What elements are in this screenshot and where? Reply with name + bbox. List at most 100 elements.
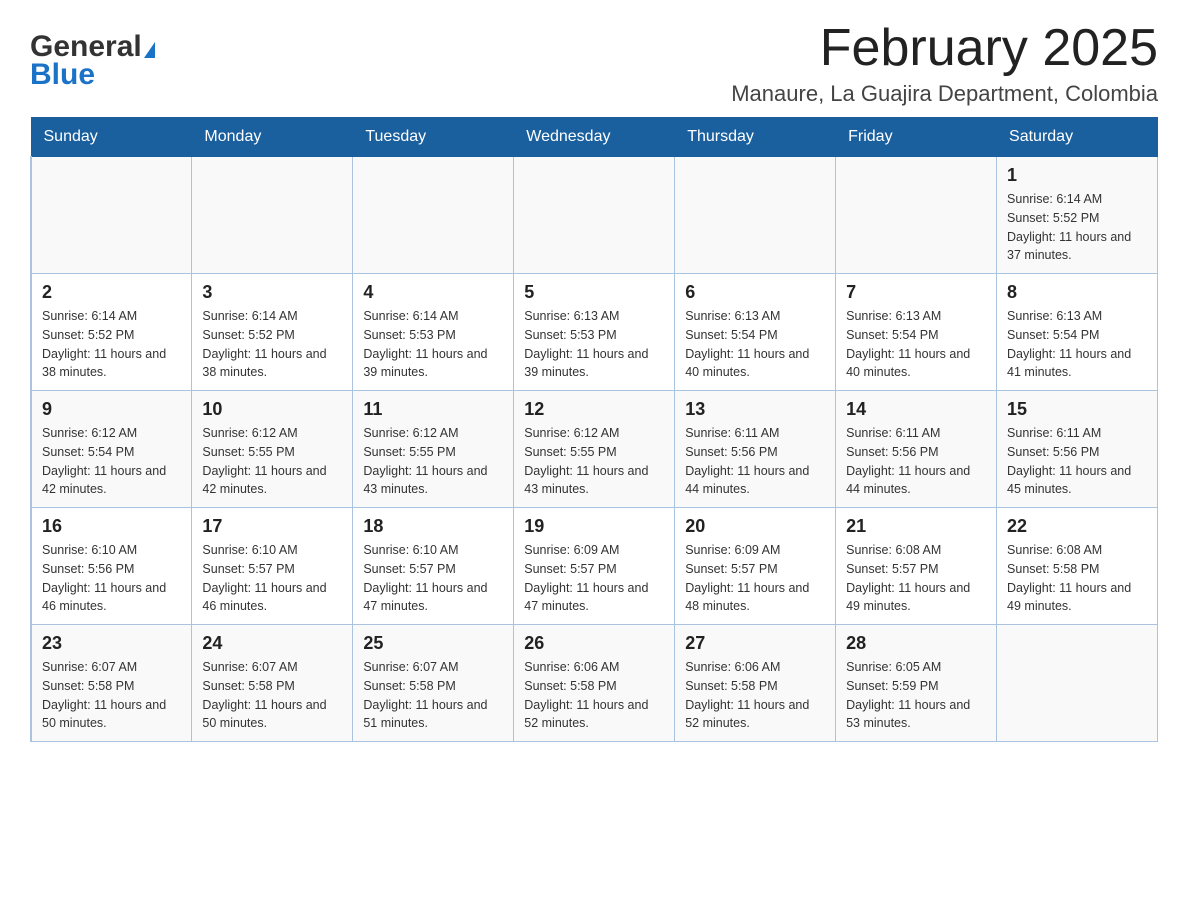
logo-triangle-icon <box>144 42 155 58</box>
calendar-cell: 7 Sunrise: 6:13 AMSunset: 5:54 PMDaylight… <box>836 274 997 391</box>
day-info: Sunrise: 6:08 AMSunset: 5:58 PMDaylight:… <box>1007 541 1147 616</box>
day-info: Sunrise: 6:06 AMSunset: 5:58 PMDaylight:… <box>524 658 664 733</box>
day-number: 22 <box>1007 516 1147 537</box>
calendar-cell: 23 Sunrise: 6:07 AMSunset: 5:58 PMDayligh… <box>31 625 192 742</box>
calendar-cell: 20 Sunrise: 6:09 AMSunset: 5:57 PMDayligh… <box>675 508 836 625</box>
calendar-cell: 17Sunrise: 6:10 AMSunset: 5:57 PMDayligh… <box>192 508 353 625</box>
calendar-cell: 1Sunrise: 6:14 AMSunset: 5:52 PMDaylight… <box>997 157 1158 274</box>
calendar-cell: 24 Sunrise: 6:07 AMSunset: 5:58 PMDayligh… <box>192 625 353 742</box>
calendar-cell: 6Sunrise: 6:13 AMSunset: 5:54 PMDaylight… <box>675 274 836 391</box>
day-number: 20 <box>685 516 825 537</box>
day-info: Sunrise: 6:13 AMSunset: 5:53 PMDaylight:… <box>524 307 664 382</box>
day-number: 28 <box>846 633 986 654</box>
calendar-cell: 8Sunrise: 6:13 AMSunset: 5:54 PMDaylight… <box>997 274 1158 391</box>
day-number: 9 <box>42 399 181 420</box>
calendar-cell <box>997 625 1158 742</box>
day-number: 1 <box>1007 165 1147 186</box>
day-info: Sunrise: 6:09 AMSunset: 5:57 PMDaylight:… <box>524 541 664 616</box>
calendar-cell: 12Sunrise: 6:12 AMSunset: 5:55 PMDayligh… <box>514 391 675 508</box>
day-number: 27 <box>685 633 825 654</box>
day-info: Sunrise: 6:13 AMSunset: 5:54 PMDaylight:… <box>846 307 986 382</box>
location-title: Manaure, La Guajira Department, Colombia <box>731 81 1158 107</box>
day-number: 10 <box>202 399 342 420</box>
calendar-cell: 21 Sunrise: 6:08 AMSunset: 5:57 PMDayligh… <box>836 508 997 625</box>
calendar-cell: 26 Sunrise: 6:06 AMSunset: 5:58 PMDayligh… <box>514 625 675 742</box>
day-number: 18 <box>363 516 503 537</box>
logo-blue-text: Blue <box>30 58 155 92</box>
week-row-1: 1Sunrise: 6:14 AMSunset: 5:52 PMDaylight… <box>31 157 1158 274</box>
day-info: Sunrise: 6:10 AMSunset: 5:56 PMDaylight:… <box>42 541 181 616</box>
day-info: Sunrise: 6:07 AMSunset: 5:58 PMDaylight:… <box>363 658 503 733</box>
day-info: Sunrise: 6:07 AMSunset: 5:58 PMDaylight:… <box>42 658 181 733</box>
calendar-cell <box>31 157 192 274</box>
logo: General Blue <box>30 30 155 92</box>
calendar-cell: 27 Sunrise: 6:06 AMSunset: 5:58 PMDayligh… <box>675 625 836 742</box>
calendar-table: SundayMondayTuesdayWednesdayThursdayFrid… <box>30 117 1158 742</box>
weekday-row: SundayMondayTuesdayWednesdayThursdayFrid… <box>31 118 1158 157</box>
calendar-cell: 11 Sunrise: 6:12 AMSunset: 5:55 PMDayligh… <box>353 391 514 508</box>
day-info: Sunrise: 6:12 AMSunset: 5:54 PMDaylight:… <box>42 424 181 499</box>
weekday-header-wednesday: Wednesday <box>514 118 675 157</box>
day-number: 2 <box>42 282 181 303</box>
week-row-4: 16 Sunrise: 6:10 AMSunset: 5:56 PMDayligh… <box>31 508 1158 625</box>
day-number: 25 <box>363 633 503 654</box>
calendar-cell <box>353 157 514 274</box>
day-number: 8 <box>1007 282 1147 303</box>
calendar-body: 1 Sunrise: 6:14 AMSunset: 5:52 PMDaylight… <box>31 157 1158 742</box>
day-info: Sunrise: 6:07 AMSunset: 5:58 PMDaylight:… <box>202 658 342 733</box>
day-number: 6 <box>685 282 825 303</box>
month-title: February 2025 <box>731 20 1158 77</box>
day-info: Sunrise: 6:14 AMSunset: 5:52 PMDaylight:… <box>202 307 342 382</box>
calendar-cell: 15 Sunrise: 6:11 AMSunset: 5:56 PMDayligh… <box>997 391 1158 508</box>
day-number: 19 <box>524 516 664 537</box>
calendar-cell: 2 Sunrise: 6:14 AMSunset: 5:52 PMDaylight… <box>31 274 192 391</box>
calendar-cell: 25 Sunrise: 6:07 AMSunset: 5:58 PMDayligh… <box>353 625 514 742</box>
calendar-cell <box>675 157 836 274</box>
day-number: 21 <box>846 516 986 537</box>
calendar-header: SundayMondayTuesdayWednesdayThursdayFrid… <box>31 118 1158 157</box>
calendar-cell: 10Sunrise: 6:12 AMSunset: 5:55 PMDayligh… <box>192 391 353 508</box>
calendar-cell: 16 Sunrise: 6:10 AMSunset: 5:56 PMDayligh… <box>31 508 192 625</box>
day-number: 12 <box>524 399 664 420</box>
day-info: Sunrise: 6:11 AMSunset: 5:56 PMDaylight:… <box>846 424 986 499</box>
calendar-cell: 22 Sunrise: 6:08 AMSunset: 5:58 PMDayligh… <box>997 508 1158 625</box>
day-number: 26 <box>524 633 664 654</box>
day-number: 16 <box>42 516 181 537</box>
header: General Blue February 2025 Manaure, La G… <box>30 20 1158 107</box>
day-info: Sunrise: 6:09 AMSunset: 5:57 PMDaylight:… <box>685 541 825 616</box>
calendar-cell: 18Sunrise: 6:10 AMSunset: 5:57 PMDayligh… <box>353 508 514 625</box>
weekday-header-thursday: Thursday <box>675 118 836 157</box>
day-info: Sunrise: 6:14 AMSunset: 5:53 PMDaylight:… <box>363 307 503 382</box>
calendar-cell <box>192 157 353 274</box>
day-number: 11 <box>363 399 503 420</box>
calendar-cell: 13 Sunrise: 6:11 AMSunset: 5:56 PMDayligh… <box>675 391 836 508</box>
weekday-header-saturday: Saturday <box>997 118 1158 157</box>
calendar-cell: 3 Sunrise: 6:14 AMSunset: 5:52 PMDaylight… <box>192 274 353 391</box>
day-info: Sunrise: 6:12 AMSunset: 5:55 PMDaylight:… <box>363 424 503 499</box>
calendar-cell <box>514 157 675 274</box>
day-number: 4 <box>363 282 503 303</box>
day-number: 17 <box>202 516 342 537</box>
day-info: Sunrise: 6:06 AMSunset: 5:58 PMDaylight:… <box>685 658 825 733</box>
day-info: Sunrise: 6:11 AMSunset: 5:56 PMDaylight:… <box>1007 424 1147 499</box>
day-info: Sunrise: 6:05 AMSunset: 5:59 PMDaylight:… <box>846 658 986 733</box>
calendar-cell: 14 Sunrise: 6:11 AMSunset: 5:56 PMDayligh… <box>836 391 997 508</box>
day-number: 3 <box>202 282 342 303</box>
week-row-3: 9 Sunrise: 6:12 AMSunset: 5:54 PMDaylight… <box>31 391 1158 508</box>
calendar-cell: 4 Sunrise: 6:14 AMSunset: 5:53 PMDaylight… <box>353 274 514 391</box>
calendar-cell: 5 Sunrise: 6:13 AMSunset: 5:53 PMDaylight… <box>514 274 675 391</box>
day-number: 7 <box>846 282 986 303</box>
title-area: February 2025 Manaure, La Guajira Depart… <box>731 20 1158 107</box>
day-info: Sunrise: 6:14 AMSunset: 5:52 PMDaylight:… <box>42 307 181 382</box>
day-number: 24 <box>202 633 342 654</box>
day-number: 13 <box>685 399 825 420</box>
weekday-header-tuesday: Tuesday <box>353 118 514 157</box>
day-number: 5 <box>524 282 664 303</box>
day-info: Sunrise: 6:08 AMSunset: 5:57 PMDaylight:… <box>846 541 986 616</box>
calendar-cell: 19 Sunrise: 6:09 AMSunset: 5:57 PMDayligh… <box>514 508 675 625</box>
day-info: Sunrise: 6:11 AMSunset: 5:56 PMDaylight:… <box>685 424 825 499</box>
week-row-2: 2 Sunrise: 6:14 AMSunset: 5:52 PMDaylight… <box>31 274 1158 391</box>
day-number: 15 <box>1007 399 1147 420</box>
day-number: 14 <box>846 399 986 420</box>
day-number: 23 <box>42 633 181 654</box>
